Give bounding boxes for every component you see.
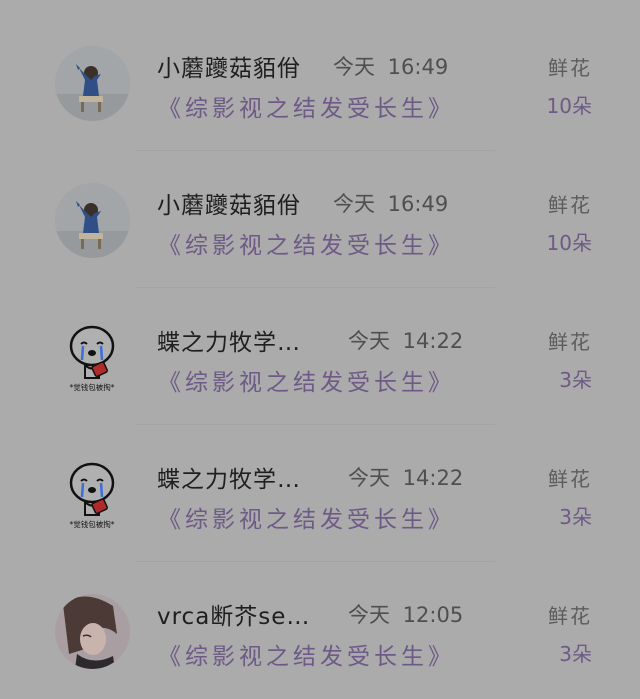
gift-type-label: 鲜花 <box>548 193 592 217</box>
gift-record-item[interactable]: *觉钱包被掏* 蝶之力牧学… 今天 14:22 《综影视之结发受长生》 鲜花 3… <box>0 288 640 425</box>
gift-count: 3朵 <box>559 505 592 529</box>
gift-time: 今天 14:22 <box>348 329 464 353</box>
book-title[interactable]: 《综影视之结发受长生》 <box>158 500 455 534</box>
gift-record-list: 小蘑躨菇貊佾 今天 16:49 《综影视之结发受长生》 鲜花 10朵 小蘑躨菇貊… <box>0 0 640 680</box>
book-title[interactable]: 《综影视之结发受长生》 <box>158 226 455 260</box>
avatar[interactable]: *觉钱包被掏* <box>55 457 130 532</box>
avatar[interactable] <box>55 46 130 121</box>
gift-record-item[interactable]: 小蘑躨菇貊佾 今天 16:49 《综影视之结发受长生》 鲜花 10朵 <box>0 151 640 288</box>
gift-count: 10朵 <box>546 94 592 118</box>
book-title[interactable]: 《综影视之结发受长生》 <box>158 363 455 397</box>
gift-type-label: 鲜花 <box>548 56 592 80</box>
gift-time: 今天 12:05 <box>348 603 464 627</box>
gift-count: 3朵 <box>559 368 592 392</box>
avatar[interactable] <box>55 594 130 669</box>
avatar[interactable]: *觉钱包被掏* <box>55 320 130 395</box>
gift-record-item[interactable]: 小蘑躨菇貊佾 今天 16:49 《综影视之结发受长生》 鲜花 10朵 <box>0 14 640 151</box>
user-name[interactable]: vrca断芥se… <box>157 597 310 631</box>
gift-time: 今天 16:49 <box>333 55 449 79</box>
photo-avatar-icon <box>55 46 130 121</box>
user-name[interactable]: 蝶之力牧学… <box>157 460 301 494</box>
photo-avatar-icon <box>55 183 130 258</box>
gift-record-item[interactable]: *觉钱包被掏* 蝶之力牧学… 今天 14:22 《综影视之结发受长生》 鲜花 3… <box>0 425 640 562</box>
gift-time: 今天 16:49 <box>333 192 449 216</box>
photo-avatar-icon <box>55 594 130 669</box>
book-title[interactable]: 《综影视之结发受长生》 <box>158 637 455 671</box>
user-name[interactable]: 蝶之力牧学… <box>157 323 301 357</box>
user-name[interactable]: 小蘑躨菇貊佾 <box>157 49 301 83</box>
gift-record-item[interactable]: vrca断芥se… 今天 12:05 《综影视之结发受长生》 鲜花 3朵 <box>0 562 640 699</box>
avatar-caption: *觉钱包被掏* <box>70 382 115 392</box>
gift-type-label: 鲜花 <box>548 604 592 628</box>
gift-time: 今天 14:22 <box>348 466 464 490</box>
gift-count: 10朵 <box>546 231 592 255</box>
gift-count: 3朵 <box>559 642 592 666</box>
book-title[interactable]: 《综影视之结发受长生》 <box>158 89 455 123</box>
crying-cartoon-avatar-icon: *觉钱包被掏* <box>55 320 130 395</box>
user-name[interactable]: 小蘑躨菇貊佾 <box>157 186 301 220</box>
gift-type-label: 鲜花 <box>548 330 592 354</box>
avatar-caption: *觉钱包被掏* <box>70 519 115 529</box>
crying-cartoon-avatar-icon: *觉钱包被掏* <box>55 457 130 532</box>
avatar[interactable] <box>55 183 130 258</box>
gift-type-label: 鲜花 <box>548 467 592 491</box>
